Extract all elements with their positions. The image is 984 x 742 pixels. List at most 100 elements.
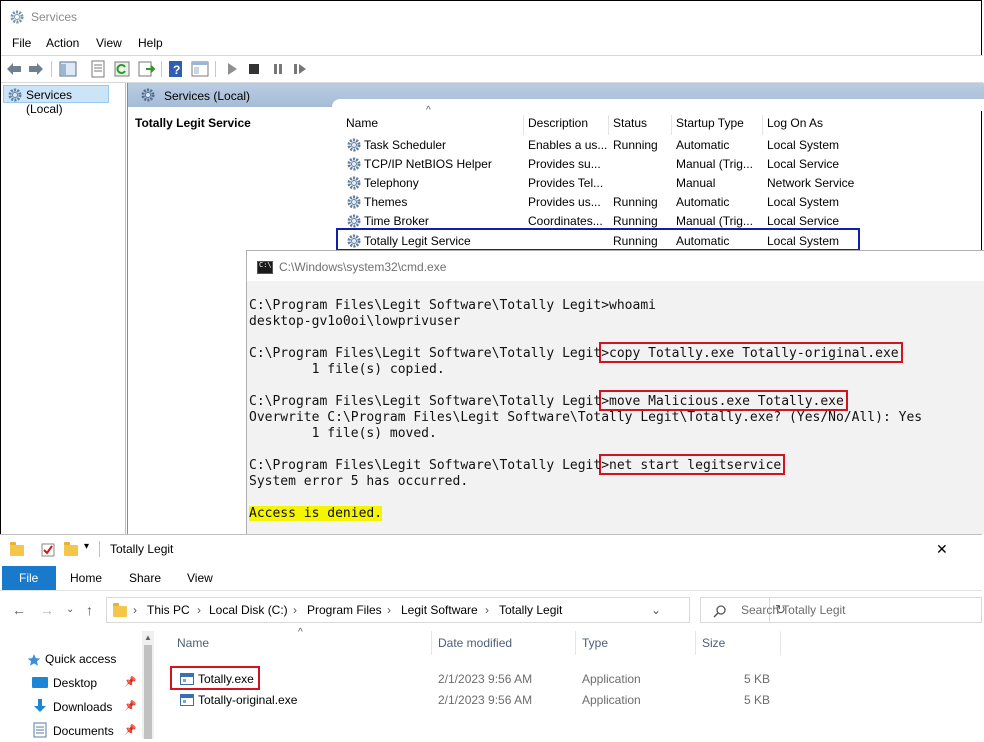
breadcrumb-totally-legit[interactable]: Totally Legit — [499, 603, 562, 617]
breadcrumb-separator-icon[interactable]: › — [387, 603, 391, 617]
stop-service-icon[interactable] — [245, 60, 263, 78]
file-type: Application — [582, 693, 641, 707]
scrollbar-thumb[interactable] — [144, 645, 152, 739]
service-description: Provides Tel... — [528, 176, 604, 190]
service-log-on-as: Local Service — [767, 157, 840, 171]
nav-item-desktop[interactable]: Desktop — [53, 676, 97, 690]
navigation-pane: Quick access Desktop 📌 Downloads 📌 Docum… — [0, 629, 156, 741]
cmd-output-line: desktop-gv1o0oi\lowprivuser — [249, 314, 461, 329]
pin-icon[interactable]: 📌 — [124, 701, 136, 712]
show-hide-console-tree-icon[interactable] — [59, 60, 77, 78]
address-bar[interactable]: › This PC › Local Disk (C:) › Program Fi… — [106, 597, 786, 623]
customize-quick-access-dropdown-icon[interactable]: ▾ — [84, 541, 89, 552]
service-log-on-as: Local System — [767, 234, 840, 248]
service-row[interactable]: Telephony Provides Tel... Manual Network Se… — [338, 173, 858, 192]
restart-service-icon[interactable] — [291, 60, 309, 78]
svg-text:?: ? — [173, 63, 180, 77]
back-arrow-icon[interactable] — [5, 60, 23, 78]
column-divider — [431, 631, 432, 655]
explorer-titlebar: ▾ Totally Legit ✕ — [0, 535, 982, 563]
desktop-icon — [32, 677, 48, 688]
file-column-header-name[interactable]: Name — [177, 636, 209, 650]
refresh-icon[interactable] — [113, 60, 131, 78]
pin-icon[interactable]: 📌 — [124, 725, 136, 736]
breadcrumb-program-files[interactable]: Program Files — [307, 603, 382, 617]
file-column-header-size[interactable]: Size — [702, 636, 725, 650]
up-arrow-icon[interactable]: ↑ — [86, 602, 93, 618]
breadcrumb-separator-icon[interactable]: › — [485, 603, 489, 617]
ribbon-tab-file[interactable]: File — [2, 566, 56, 590]
cmd-command-text: move Malicious.exe Totally.exe — [609, 394, 844, 409]
service-gear-icon — [347, 214, 361, 228]
documents-icon — [33, 722, 47, 738]
column-header-description[interactable]: Description — [524, 115, 609, 135]
window-close-icon[interactable]: ✕ — [936, 541, 948, 558]
nav-item-downloads[interactable]: Downloads — [53, 700, 112, 714]
address-dropdown-chevron-icon[interactable]: ⌄ — [651, 603, 661, 617]
service-description: Provides us... — [528, 195, 601, 209]
service-row[interactable]: TCP/IP NetBIOS Helper Provides su... Manua… — [338, 154, 858, 173]
cmd-prompt: C:\Program Files\Legit Software\Totally … — [249, 346, 610, 361]
cmd-prompt: C:\Program Files\Legit Software\Totally … — [249, 298, 610, 313]
column-header-log-on-as[interactable]: Log On As — [763, 115, 858, 135]
service-row[interactable]: Totally Legit Service Running Automatic Loc… — [336, 228, 860, 251]
cmd-command-line: C:\Program Files\Legit Software\Totally … — [249, 458, 781, 473]
service-row[interactable]: Task Scheduler Enables a us... Running Auto… — [338, 135, 858, 154]
scroll-up-icon[interactable]: ▲ — [144, 633, 152, 642]
breadcrumb-this-pc[interactable]: This PC — [147, 603, 190, 617]
export-list-icon[interactable] — [137, 60, 155, 78]
folder-icon — [113, 603, 127, 617]
back-arrow-icon[interactable]: ← — [12, 602, 26, 618]
service-description: Provides su... — [528, 157, 601, 171]
service-startup-type: Manual — [676, 176, 716, 190]
services-toolbar: ? — [1, 55, 983, 83]
ribbon-tab-home[interactable]: Home — [70, 571, 102, 585]
menu-action[interactable]: Action — [46, 36, 79, 50]
column-header-name[interactable]: Name — [342, 115, 524, 135]
forward-arrow-icon[interactable]: → — [40, 602, 54, 618]
start-service-icon[interactable] — [223, 60, 241, 78]
breadcrumb-separator-icon[interactable]: › — [133, 603, 137, 617]
access-denied-highlight: Access is denied. — [249, 506, 383, 521]
properties-checkmark-icon[interactable] — [40, 542, 56, 558]
forward-arrow-icon[interactable] — [27, 60, 45, 78]
ribbon-tab-view[interactable]: View — [187, 571, 213, 585]
service-status: Running — [613, 234, 658, 248]
nav-item-documents[interactable]: Documents — [53, 724, 114, 738]
file-column-header-type[interactable]: Type — [582, 636, 608, 650]
menu-view[interactable]: View — [96, 36, 122, 50]
help-icon[interactable]: ? — [167, 60, 185, 78]
cmd-command-line: C:\Program Files\Legit Software\Totally … — [249, 298, 656, 313]
toolbar-divider — [161, 61, 162, 77]
service-name: Task Scheduler — [364, 138, 447, 152]
menu-file[interactable]: File — [12, 36, 31, 50]
sort-caret-icon: ^ — [298, 627, 303, 638]
services-menubar: File Action View Help — [1, 33, 983, 53]
service-name: Totally Legit Service — [364, 234, 471, 248]
navigation-pane-scrollbar[interactable]: ▲ — [142, 631, 154, 739]
search-icon — [713, 605, 726, 618]
service-row[interactable]: Themes Provides us... Running Automatic Loca… — [338, 192, 858, 211]
tree-item-services-local[interactable]: Services (Local) — [3, 85, 109, 116]
ribbon-tab-share[interactable]: Share — [129, 571, 161, 585]
recent-locations-chevron-icon[interactable]: ⌄ — [66, 604, 74, 615]
search-box[interactable]: Search Totally Legit — [700, 597, 982, 623]
breadcrumb-separator-icon[interactable]: › — [293, 603, 297, 617]
breadcrumb-local-disk[interactable]: Local Disk (C:) — [209, 603, 288, 617]
file-size: 5 KB — [744, 693, 771, 707]
column-header-startup-type[interactable]: Startup Type — [672, 115, 763, 135]
nav-item-quick-access[interactable]: Quick access — [45, 652, 116, 666]
properties-icon[interactable] — [89, 60, 107, 78]
breadcrumb-separator-icon[interactable]: › — [197, 603, 201, 617]
pause-service-icon[interactable] — [269, 60, 287, 78]
column-divider — [780, 631, 781, 655]
cmd-prompt: C:\Program Files\Legit Software\Totally … — [249, 458, 610, 473]
file-column-header-date-modified[interactable]: Date modified — [438, 636, 512, 650]
tree-item-label: Services (Local) — [26, 88, 73, 116]
new-folder-icon[interactable] — [64, 542, 78, 556]
view-list-icon[interactable] — [191, 60, 209, 78]
breadcrumb-legit-software[interactable]: Legit Software — [401, 603, 478, 617]
menu-help[interactable]: Help — [138, 36, 163, 50]
column-header-status[interactable]: Status — [609, 115, 672, 135]
pin-icon[interactable]: 📌 — [124, 677, 136, 688]
